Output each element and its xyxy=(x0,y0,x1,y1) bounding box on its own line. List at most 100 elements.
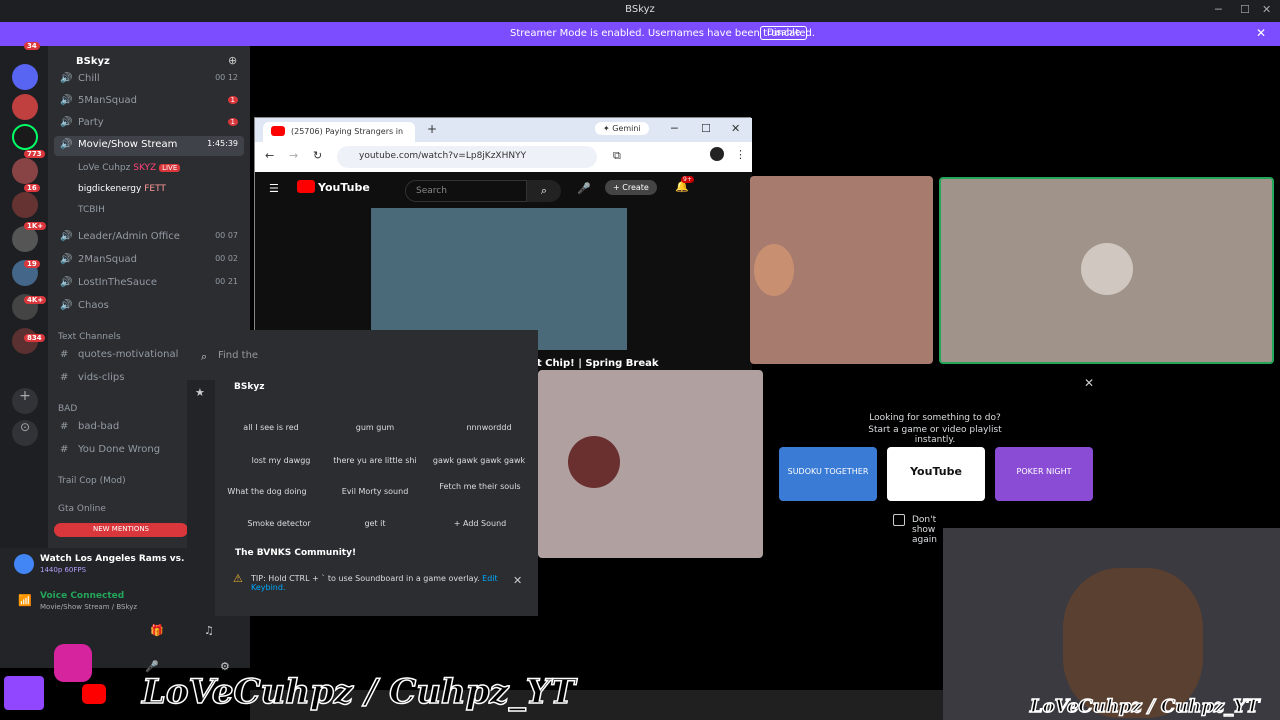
sound-button[interactable]: gum gum xyxy=(325,423,425,432)
video-player[interactable] xyxy=(371,208,627,350)
sound-button[interactable]: Evil Morty sound xyxy=(325,487,425,496)
forward-icon[interactable]: → xyxy=(289,149,298,162)
channel-item[interactable]: 🔊 2ManSquad 00 02 xyxy=(54,251,244,271)
channel-item[interactable]: 🔊 LostInTheSauce 00 21 xyxy=(54,274,244,294)
notification-badge: 9+ xyxy=(681,176,694,183)
community-name[interactable]: The BVNKS Community! xyxy=(235,548,356,558)
youtube-logo-text[interactable]: YouTube xyxy=(318,181,370,194)
voice-user[interactable]: LoVe Cuhpz SKYZ LIVE xyxy=(78,163,181,173)
add-sound-button[interactable]: + Add Sound xyxy=(430,519,530,528)
search-input[interactable]: Search xyxy=(405,180,527,202)
close-icon[interactable]: ✕ xyxy=(1262,3,1271,16)
speaker-icon: 🔊 xyxy=(60,117,73,128)
activity-title[interactable]: Watch Los Angeles Rams vs. C... xyxy=(40,554,204,564)
window-title: BSkyz xyxy=(625,4,655,15)
sound-button[interactable]: nnnworddd xyxy=(439,423,539,432)
sudoku-card[interactable]: SUDOKU TOGETHER xyxy=(779,447,877,501)
category-label[interactable]: BAD xyxy=(58,404,77,414)
avatar xyxy=(568,436,620,488)
create-button[interactable]: + Create xyxy=(605,180,657,195)
reload-icon[interactable]: ↻ xyxy=(313,149,322,162)
menu-icon[interactable]: ⋮ xyxy=(735,148,746,161)
gift-icon[interactable]: 🎁 xyxy=(150,624,164,637)
add-server-icon[interactable]: + xyxy=(12,388,38,414)
sound-button[interactable]: lost my dawgg xyxy=(231,456,331,465)
channel-item-active[interactable]: 🔊 Movie/Show Stream 1:45:39 xyxy=(54,136,244,156)
participant-tile[interactable] xyxy=(750,176,933,364)
close-icon[interactable]: ✕ xyxy=(1084,376,1094,390)
server-name[interactable]: BSkyz xyxy=(76,56,110,67)
sound-button[interactable]: gawk gawk gawk gawk xyxy=(429,456,529,465)
badge: 773 xyxy=(24,150,45,158)
minimize-icon[interactable]: ─ xyxy=(671,122,678,135)
speaker-icon: 🔊 xyxy=(60,254,73,265)
category-label[interactable]: Text Channels xyxy=(58,332,121,342)
warning-icon: ⚠ xyxy=(233,572,243,585)
soundboard-server-name[interactable]: BSkyz xyxy=(234,382,264,392)
badge: 19 xyxy=(24,260,40,268)
sound-button[interactable]: Fetch me their souls xyxy=(430,482,530,491)
back-icon[interactable]: ← xyxy=(265,149,274,162)
soundboard-icon[interactable]: ♫ xyxy=(204,624,214,637)
gemini-button[interactable]: ✦ Gemini xyxy=(595,122,649,135)
badge: 34 xyxy=(24,42,40,50)
close-icon[interactable]: ✕ xyxy=(1256,26,1266,40)
channel-item[interactable]: 🔊 Party 1 xyxy=(54,114,244,134)
speaker-icon: 🔊 xyxy=(60,231,73,242)
server-icon[interactable] xyxy=(12,94,38,120)
sound-button[interactable]: What the dog doing xyxy=(217,487,317,496)
new-mentions-button[interactable]: NEW MENTIONS xyxy=(54,523,188,537)
dont-show-checkbox[interactable] xyxy=(893,514,905,526)
channel-item[interactable]: 🔊 Leader/Admin Office 00 07 xyxy=(54,228,244,248)
url-field[interactable]: youtube.com/watch?v=Lp8jKzXHNYY xyxy=(337,146,597,168)
twitch-icon xyxy=(4,676,44,710)
badge: 1K+ xyxy=(24,222,47,230)
explore-icon[interactable]: ⊙ xyxy=(12,420,38,446)
participant-tile[interactable] xyxy=(939,177,1274,364)
profile-avatar[interactable] xyxy=(710,147,724,161)
speaker-icon: 🔊 xyxy=(60,95,73,106)
sound-button[interactable]: there yu are little shi xyxy=(325,456,425,465)
speaker-icon: 🔊 xyxy=(60,277,73,288)
soundboard-search[interactable]: Find the xyxy=(218,350,258,361)
server-icon[interactable] xyxy=(12,64,38,90)
soundboard-popout: ⌕ Find the ★ BSkyz all I see is red gum … xyxy=(187,330,538,616)
category-label[interactable]: Trail Cop (Mod) xyxy=(58,476,126,486)
server-icon[interactable] xyxy=(12,158,38,184)
badge: 834 xyxy=(24,334,45,342)
server-icon[interactable] xyxy=(12,192,38,218)
sound-button[interactable]: Smoke detector xyxy=(229,519,329,528)
voice-status[interactable]: Voice Connected xyxy=(40,591,124,601)
sound-button[interactable]: get it xyxy=(325,519,425,528)
voice-user[interactable]: TCBIH xyxy=(78,205,105,215)
participant-tile[interactable] xyxy=(538,370,763,558)
youtube-card[interactable]: YouTube xyxy=(887,447,985,501)
add-member-icon[interactable]: ⊕ xyxy=(228,54,237,67)
poker-card[interactable]: POKER NIGHT xyxy=(995,447,1093,501)
channel-item[interactable]: 🔊 5ManSquad 1 xyxy=(54,92,244,112)
browser-tab[interactable]: (25706) Paying Strangers in xyxy=(263,122,415,142)
close-icon[interactable]: ✕ xyxy=(513,574,522,587)
maximize-icon[interactable]: ☐ xyxy=(701,122,711,135)
sound-button[interactable]: all I see is red xyxy=(221,423,321,432)
mic-icon[interactable]: 🎤 xyxy=(577,182,591,195)
voice-user[interactable]: bigdickenergy FETT xyxy=(78,184,166,194)
voice-channel[interactable]: Movie/Show Stream / BSkyz xyxy=(40,603,137,611)
disable-button[interactable]: Disable xyxy=(760,26,808,40)
watermark-text: LoVeCuhpz / Cuhpz_YT xyxy=(1029,695,1260,718)
youtube-logo-icon[interactable] xyxy=(297,180,315,193)
hamburger-icon[interactable]: ☰ xyxy=(269,182,279,195)
server-icon[interactable] xyxy=(12,124,38,150)
channel-item[interactable]: 🔊 Chaos xyxy=(54,297,244,317)
search-icon[interactable]: ⌕ xyxy=(527,180,561,202)
watermark-text: LoVeCuhpz / Cuhpz_YT xyxy=(141,671,576,713)
extensions-icon[interactable]: ⧉ xyxy=(613,149,621,163)
category-label[interactable]: Gta Online xyxy=(58,504,106,514)
channel-item[interactable]: 🔊 Chill 00 12 xyxy=(54,70,244,90)
star-icon[interactable]: ★ xyxy=(195,386,205,399)
minimize-icon[interactable]: ─ xyxy=(1215,3,1222,16)
maximize-icon[interactable]: ☐ xyxy=(1240,3,1250,16)
close-icon[interactable]: ✕ xyxy=(731,122,740,135)
new-tab-icon[interactable]: + xyxy=(427,122,437,136)
search-icon: ⌕ xyxy=(201,350,208,363)
